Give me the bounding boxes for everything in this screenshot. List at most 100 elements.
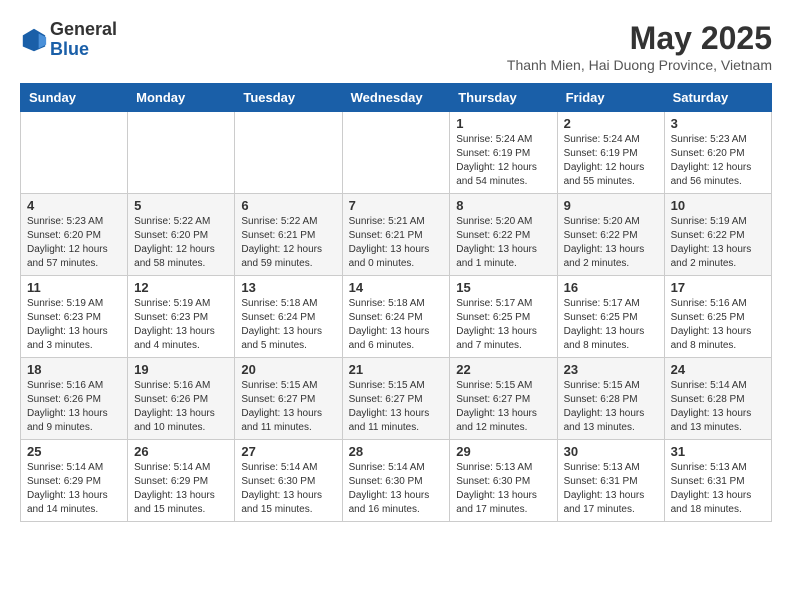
calendar-cell: 29Sunrise: 5:13 AM Sunset: 6:30 PM Dayli…	[450, 440, 557, 522]
calendar-cell: 11Sunrise: 5:19 AM Sunset: 6:23 PM Dayli…	[21, 276, 128, 358]
day-number: 20	[241, 362, 335, 377]
day-number: 5	[134, 198, 228, 213]
calendar-cell: 30 Sunrise: 5:13 AM Sunset: 6:31 PM Dayli…	[557, 440, 664, 522]
logo-blue: Blue	[50, 40, 117, 60]
calendar-cell: 5 Sunrise: 5:22 AM Sunset: 6:20 PM Daylig…	[128, 194, 235, 276]
days-of-week-row: SundayMondayTuesdayWednesdayThursdayFrid…	[21, 84, 772, 112]
calendar-cell	[235, 112, 342, 194]
calendar-cell: 22 Sunrise: 5:15 AM Sunset: 6:27 PM Dayli…	[450, 358, 557, 440]
calendar-cell: 1 Sunrise: 5:24 AM Sunset: 6:19 PM Daylig…	[450, 112, 557, 194]
logo: General Blue	[20, 20, 117, 60]
calendar-cell: 26 Sunrise: 5:14 AM Sunset: 6:29 PM Dayli…	[128, 440, 235, 522]
calendar-cell: 28Sunrise: 5:14 AM Sunset: 6:30 PM Dayli…	[342, 440, 450, 522]
calendar-cell	[128, 112, 235, 194]
day-info: Sunrise: 5:13 AM Sunset: 6:30 PM Dayligh…	[456, 461, 550, 517]
day-info: Sunrise: 5:14 AM Sunset: 6:30 PM Dayligh…	[241, 461, 335, 517]
calendar-cell: 20 Sunrise: 5:15 AM Sunset: 6:27 PM Dayli…	[235, 358, 342, 440]
day-header-wednesday: Wednesday	[342, 84, 450, 112]
day-header-thursday: Thursday	[450, 84, 557, 112]
day-info: Sunrise: 5:14 AM Sunset: 6:29 PM Dayligh…	[134, 461, 228, 517]
calendar-week-1: 1 Sunrise: 5:24 AM Sunset: 6:19 PM Daylig…	[21, 112, 772, 194]
day-info: Sunrise: 5:15 AM Sunset: 6:27 PM Dayligh…	[241, 379, 335, 435]
day-number: 31	[671, 444, 765, 459]
calendar-cell: 21 Sunrise: 5:15 AM Sunset: 6:27 PM Dayli…	[342, 358, 450, 440]
day-number: 2	[564, 116, 658, 131]
day-header-saturday: Saturday	[664, 84, 771, 112]
day-info: Sunrise: 5:24 AM Sunset: 6:19 PM Dayligh…	[564, 133, 658, 189]
calendar-week-4: 18 Sunrise: 5:16 AM Sunset: 6:26 PM Dayli…	[21, 358, 772, 440]
calendar-cell: 27 Sunrise: 5:14 AM Sunset: 6:30 PM Dayli…	[235, 440, 342, 522]
day-info: Sunrise: 5:16 AM Sunset: 6:26 PM Dayligh…	[27, 379, 121, 435]
day-number: 1	[456, 116, 550, 131]
day-header-friday: Friday	[557, 84, 664, 112]
day-info: Sunrise: 5:20 AM Sunset: 6:22 PM Dayligh…	[564, 215, 658, 271]
day-info: Sunrise: 5:24 AM Sunset: 6:19 PM Dayligh…	[456, 133, 550, 189]
day-info: Sunrise: 5:23 AM Sunset: 6:20 PM Dayligh…	[671, 133, 765, 189]
day-info: Sunrise: 5:19 AM Sunset: 6:22 PM Dayligh…	[671, 215, 765, 271]
calendar-cell: 25 Sunrise: 5:14 AM Sunset: 6:29 PM Dayli…	[21, 440, 128, 522]
day-number: 28	[349, 444, 444, 459]
day-number: 18	[27, 362, 121, 377]
calendar-body: 1 Sunrise: 5:24 AM Sunset: 6:19 PM Daylig…	[21, 112, 772, 522]
day-info: Sunrise: 5:19 AM Sunset: 6:23 PM Dayligh…	[27, 297, 121, 353]
calendar-week-2: 4 Sunrise: 5:23 AM Sunset: 6:20 PM Daylig…	[21, 194, 772, 276]
day-info: Sunrise: 5:15 AM Sunset: 6:27 PM Dayligh…	[456, 379, 550, 435]
day-info: Sunrise: 5:16 AM Sunset: 6:26 PM Dayligh…	[134, 379, 228, 435]
day-info: Sunrise: 5:23 AM Sunset: 6:20 PM Dayligh…	[27, 215, 121, 271]
day-number: 21	[349, 362, 444, 377]
day-header-monday: Monday	[128, 84, 235, 112]
day-number: 25	[27, 444, 121, 459]
day-number: 16	[564, 280, 658, 295]
day-info: Sunrise: 5:16 AM Sunset: 6:25 PM Dayligh…	[671, 297, 765, 353]
day-number: 3	[671, 116, 765, 131]
day-number: 26	[134, 444, 228, 459]
calendar-table: SundayMondayTuesdayWednesdayThursdayFrid…	[20, 83, 772, 522]
day-number: 4	[27, 198, 121, 213]
day-info: Sunrise: 5:17 AM Sunset: 6:25 PM Dayligh…	[456, 297, 550, 353]
calendar-cell: 19Sunrise: 5:16 AM Sunset: 6:26 PM Dayli…	[128, 358, 235, 440]
day-number: 24	[671, 362, 765, 377]
calendar-cell: 24Sunrise: 5:14 AM Sunset: 6:28 PM Dayli…	[664, 358, 771, 440]
title-section: May 2025 Thanh Mien, Hai Duong Province,…	[507, 20, 772, 73]
calendar-cell: 14 Sunrise: 5:18 AM Sunset: 6:24 PM Dayli…	[342, 276, 450, 358]
day-number: 23	[564, 362, 658, 377]
location-subtitle: Thanh Mien, Hai Duong Province, Vietnam	[507, 57, 772, 73]
day-info: Sunrise: 5:15 AM Sunset: 6:27 PM Dayligh…	[349, 379, 444, 435]
day-number: 17	[671, 280, 765, 295]
calendar-cell: 4 Sunrise: 5:23 AM Sunset: 6:20 PM Daylig…	[21, 194, 128, 276]
day-info: Sunrise: 5:14 AM Sunset: 6:29 PM Dayligh…	[27, 461, 121, 517]
calendar-cell: 17 Sunrise: 5:16 AM Sunset: 6:25 PM Dayli…	[664, 276, 771, 358]
day-number: 22	[456, 362, 550, 377]
day-info: Sunrise: 5:13 AM Sunset: 6:31 PM Dayligh…	[671, 461, 765, 517]
day-info: Sunrise: 5:13 AM Sunset: 6:31 PM Dayligh…	[564, 461, 658, 517]
month-year-title: May 2025	[507, 20, 772, 57]
day-info: Sunrise: 5:18 AM Sunset: 6:24 PM Dayligh…	[349, 297, 444, 353]
day-number: 30	[564, 444, 658, 459]
day-number: 10	[671, 198, 765, 213]
calendar-week-3: 11Sunrise: 5:19 AM Sunset: 6:23 PM Dayli…	[21, 276, 772, 358]
calendar-cell: 16Sunrise: 5:17 AM Sunset: 6:25 PM Dayli…	[557, 276, 664, 358]
calendar-cell: 13Sunrise: 5:18 AM Sunset: 6:24 PM Dayli…	[235, 276, 342, 358]
calendar-cell	[21, 112, 128, 194]
calendar-cell: 15 Sunrise: 5:17 AM Sunset: 6:25 PM Dayli…	[450, 276, 557, 358]
calendar-week-5: 25 Sunrise: 5:14 AM Sunset: 6:29 PM Dayli…	[21, 440, 772, 522]
day-number: 15	[456, 280, 550, 295]
day-number: 27	[241, 444, 335, 459]
day-info: Sunrise: 5:22 AM Sunset: 6:20 PM Dayligh…	[134, 215, 228, 271]
calendar-cell: 7Sunrise: 5:21 AM Sunset: 6:21 PM Daylig…	[342, 194, 450, 276]
calendar-cell: 3 Sunrise: 5:23 AM Sunset: 6:20 PM Daylig…	[664, 112, 771, 194]
day-number: 8	[456, 198, 550, 213]
day-number: 13	[241, 280, 335, 295]
calendar-cell: 2 Sunrise: 5:24 AM Sunset: 6:19 PM Daylig…	[557, 112, 664, 194]
calendar-cell: 6Sunrise: 5:22 AM Sunset: 6:21 PM Daylig…	[235, 194, 342, 276]
page-header: General Blue May 2025 Thanh Mien, Hai Du…	[20, 20, 772, 73]
calendar-cell: 12Sunrise: 5:19 AM Sunset: 6:23 PM Dayli…	[128, 276, 235, 358]
day-info: Sunrise: 5:21 AM Sunset: 6:21 PM Dayligh…	[349, 215, 444, 271]
calendar-cell: 8Sunrise: 5:20 AM Sunset: 6:22 PM Daylig…	[450, 194, 557, 276]
calendar-header: SundayMondayTuesdayWednesdayThursdayFrid…	[21, 84, 772, 112]
day-number: 9	[564, 198, 658, 213]
day-info: Sunrise: 5:15 AM Sunset: 6:28 PM Dayligh…	[564, 379, 658, 435]
day-number: 14	[349, 280, 444, 295]
day-info: Sunrise: 5:22 AM Sunset: 6:21 PM Dayligh…	[241, 215, 335, 271]
calendar-cell: 31 Sunrise: 5:13 AM Sunset: 6:31 PM Dayli…	[664, 440, 771, 522]
